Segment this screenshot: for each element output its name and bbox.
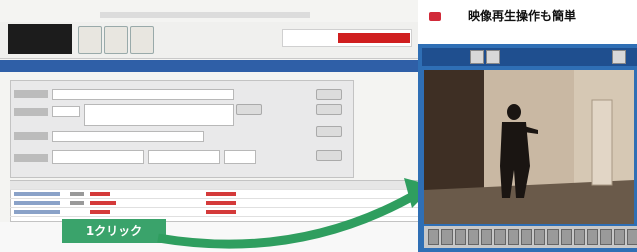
form-label: [14, 108, 48, 116]
red-square-bullet-icon: [429, 12, 441, 21]
volume-icon[interactable]: [600, 229, 612, 245]
form-label: [14, 132, 48, 140]
player-menu-icon[interactable]: [470, 50, 484, 64]
form-field[interactable]: [52, 106, 80, 117]
toolbar-icon-group[interactable]: [8, 24, 72, 54]
time-field[interactable]: [224, 150, 256, 164]
export-icon[interactable]: [130, 26, 154, 54]
form-select-button[interactable]: [236, 104, 262, 115]
frame-back-icon[interactable]: [454, 229, 466, 245]
stop-icon[interactable]: [494, 229, 506, 245]
caption: 映像再生操作も簡単: [468, 9, 577, 23]
rewind-icon[interactable]: [441, 229, 453, 245]
search-button[interactable]: [316, 150, 342, 161]
skip-back-icon[interactable]: [428, 229, 440, 245]
green-curved-arrow-icon: [157, 178, 434, 249]
player-settings-icon[interactable]: [486, 50, 500, 64]
pause-icon[interactable]: [481, 229, 493, 245]
play-icon[interactable]: [467, 229, 479, 245]
monitor-icon[interactable]: [78, 26, 102, 54]
player-controls: [424, 226, 637, 248]
camera-icon[interactable]: [104, 26, 128, 54]
form-text-area[interactable]: [84, 104, 234, 126]
page-title-bar: [0, 60, 418, 72]
save-icon[interactable]: [587, 229, 599, 245]
skip-forward-icon[interactable]: [534, 229, 546, 245]
date-to-field[interactable]: [148, 150, 220, 164]
snapshot-icon[interactable]: [547, 229, 559, 245]
form-action-button[interactable]: [316, 89, 342, 100]
fullscreen-icon[interactable]: [613, 229, 625, 245]
form-field[interactable]: [52, 131, 204, 142]
player-title-bar: [422, 48, 637, 66]
form-field[interactable]: [52, 89, 234, 100]
logout-button[interactable]: [338, 33, 410, 43]
frame-forward-icon[interactable]: [507, 229, 519, 245]
date-from-field[interactable]: [52, 150, 144, 164]
settings-icon[interactable]: [626, 229, 637, 245]
close-icon[interactable]: [612, 50, 626, 64]
person-head: [507, 104, 521, 120]
video-scene: [424, 70, 634, 224]
zoom-icon[interactable]: [560, 229, 572, 245]
form-action-button[interactable]: [316, 126, 342, 137]
fast-forward-icon[interactable]: [520, 229, 532, 245]
form-label: [14, 90, 48, 98]
video-frame[interactable]: [424, 70, 634, 224]
form-label: [14, 154, 48, 162]
print-icon[interactable]: [573, 229, 585, 245]
form-action-button[interactable]: [316, 104, 342, 115]
window-top-bar: [100, 12, 310, 18]
